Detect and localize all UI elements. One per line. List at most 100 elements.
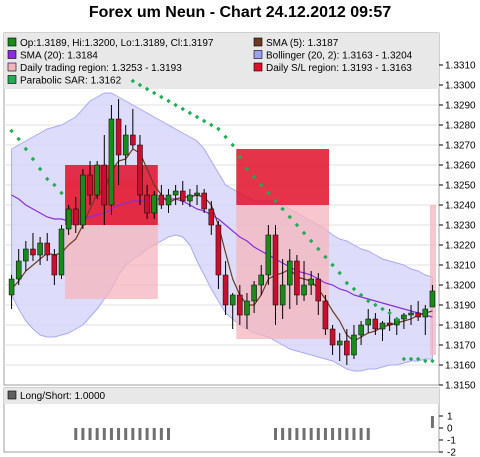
candle-body [308,278,314,286]
candle-body [151,194,157,214]
legend-label: Long/Short: 1.0000 [20,391,106,402]
long-short-bar [288,428,292,440]
y-tick-label: -1 [447,436,456,447]
candle-body [80,174,86,226]
candle-body [144,194,150,214]
candle-body [37,242,43,256]
legend-swatch [253,50,263,59]
y-tick-label: 1.3250 [445,181,476,192]
candle-body [279,284,286,306]
legend-label: SMA (20): 1.3184 [20,51,98,62]
y-tick-label: 1.3260 [445,161,476,172]
long-short-bar [131,428,135,440]
candle-body [351,334,357,356]
candle-body [408,312,414,316]
candle-body [101,164,108,206]
candle-body [215,224,222,276]
candle-body [51,254,58,276]
candle-body [244,300,250,316]
candle-body [108,118,115,206]
y-tick-label: 1.3170 [445,341,476,352]
candle-body [208,208,215,226]
candle-body [187,194,193,202]
long-short-bar [167,428,170,440]
candle-body [201,192,207,210]
y-tick-label: 1.3240 [445,201,476,212]
long-short-bar [295,428,299,440]
candle-body [415,312,421,318]
y-tick-label: 1.3160 [445,361,476,372]
y-tick-label: 1.3180 [445,321,476,332]
legend-swatch [253,62,263,72]
legend-swatch [7,390,17,400]
candle-body [94,164,100,196]
candle-body [30,248,36,256]
candle-body [58,228,65,276]
long-short-bar [145,428,149,440]
legend-swatch [7,75,17,84]
candle-body [115,118,122,156]
y-tick-label: 1.3280 [445,121,476,132]
long-short-bar [74,428,78,440]
candle-body [287,260,293,286]
long-short-bar [102,428,106,440]
legend-label: Op:1.3189, Hi:1.3200, Lo:1.3189, Cl:1.31… [20,38,214,49]
candle-body [422,308,429,318]
candle-body [358,324,364,336]
long-short-bar [88,428,92,440]
legend-swatch [7,37,17,47]
long-short-bar [152,428,156,440]
legend-label: SMA (5): 1.3187 [266,38,339,49]
long-short-bar [316,428,320,440]
y-tick-label: 1.3290 [445,101,476,112]
y-tick-label: 1.3300 [445,81,476,92]
candle-body [329,328,336,346]
long-short-bar [359,428,363,440]
candle-body [180,190,186,202]
long-short-bar [95,428,99,440]
candle-body [237,294,243,316]
legend-label: Parabolic SAR: 1.3162 [20,76,122,87]
candle-body [137,144,143,196]
y-tick-label: 1.3200 [445,281,476,292]
candle-body [65,208,72,230]
long-short-bar [274,428,277,440]
candle-body [301,284,307,296]
long-short-bar [138,428,142,440]
candle-body [73,208,79,226]
y-tick-label: 1.3210 [445,261,476,272]
long-short-bar [159,428,163,440]
candle-body [130,134,136,146]
legend-swatch [7,50,17,59]
legend-label: Daily S/L region: 1.3193 - 1.3163 [266,63,412,74]
y-tick-label: 1.3220 [445,241,476,252]
forex-chart: Op:1.3189, Hi:1.3200, Lo:1.3189, Cl:1.31… [3,32,476,457]
candle-body [194,192,200,196]
candle-body [158,194,165,206]
y-tick-label: 1 [447,412,453,423]
legend-swatch [7,62,17,72]
candle-body [172,190,179,196]
candle-body [336,340,343,346]
candle-body [229,294,236,306]
long-short-bar [109,428,113,440]
long-short-bar [430,416,434,428]
long-short-bar [281,428,285,440]
long-short-bar [309,428,313,440]
candle-body [401,314,407,320]
daily-trading-region [430,205,436,355]
price-axis: 1.3310 1.3300 1.3290 1.3280 1.3270 1.3260 1.32… [439,61,476,392]
y-tick-label: 1.3150 [445,381,476,392]
candle-body [165,194,172,206]
candle-body [379,322,386,330]
long-short-bar [331,428,335,440]
y-tick-label: 1.3230 [445,221,476,232]
long-short-bar [352,428,356,440]
candle-body [372,318,379,330]
candle-body [322,300,329,330]
candle-body [386,322,393,326]
candle-body [272,234,279,306]
candle-body [294,260,300,296]
legend-label: Daily trading region: 1.3253 - 1.3193 [20,63,182,74]
y-tick-label: 1.3190 [445,301,476,312]
